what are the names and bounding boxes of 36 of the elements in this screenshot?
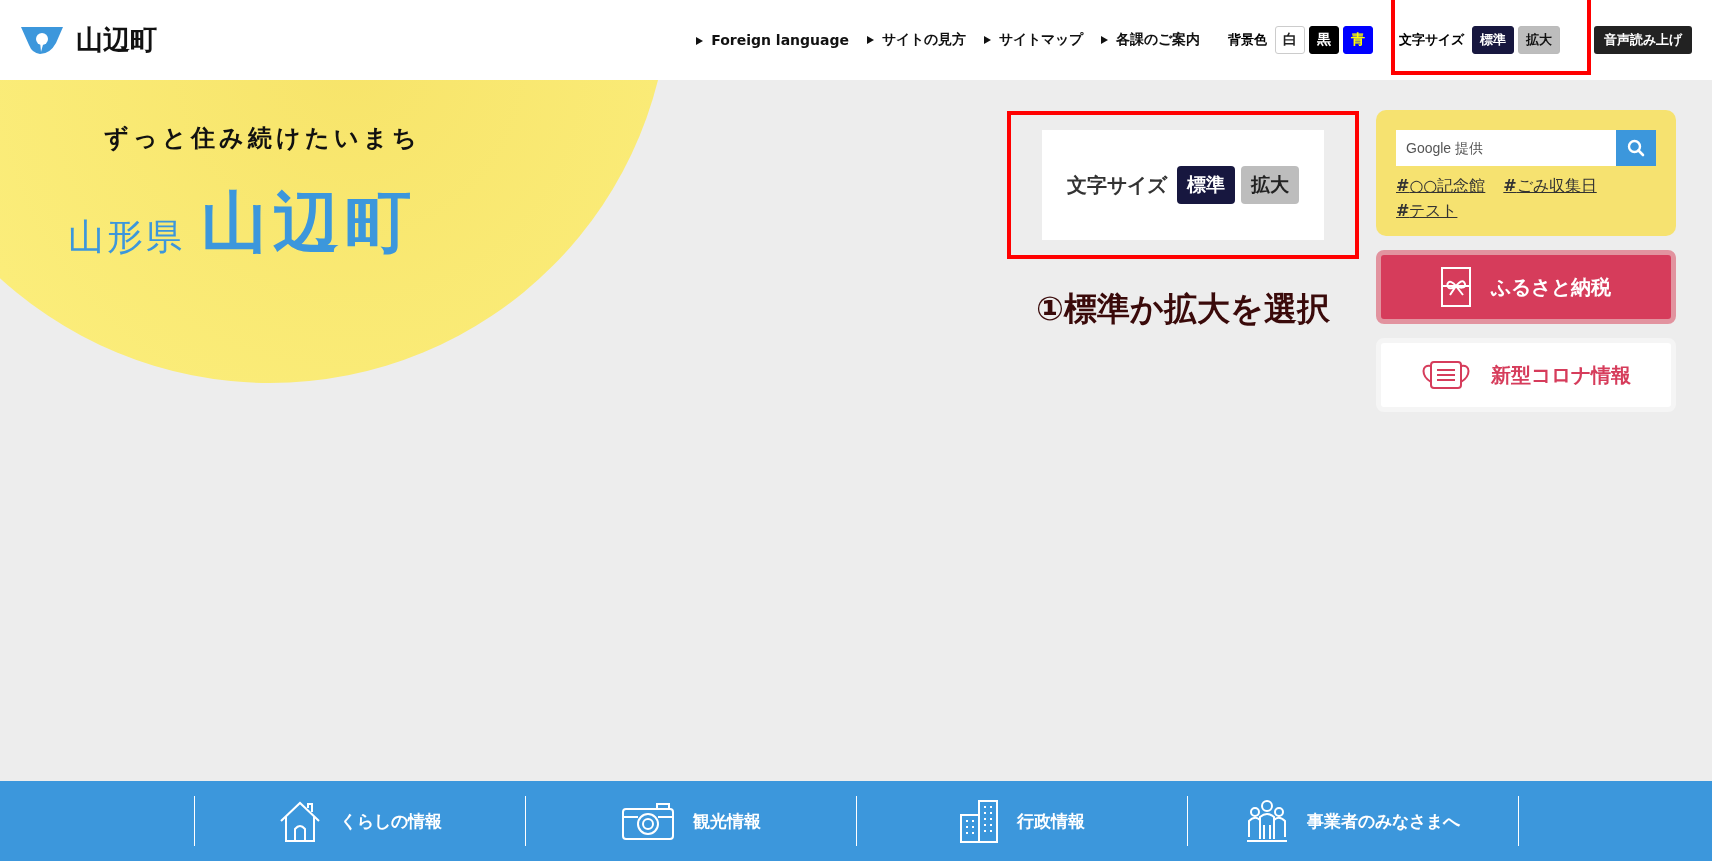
instruction-caption: ①標準か拡大を選択: [1036, 288, 1330, 330]
hero-tagline: ずっと住み続けたいまち: [104, 123, 422, 154]
triangle-icon: [984, 36, 991, 44]
font-size-label: 文字サイズ: [1399, 31, 1464, 49]
hometown-tax-banner[interactable]: ふるさと納税: [1376, 250, 1676, 324]
nav-link[interactable]: Foreign language: [696, 32, 849, 48]
triangle-icon: [1101, 36, 1108, 44]
font-size-button[interactable]: 拡大: [1518, 26, 1560, 54]
background-color-button[interactable]: 青: [1343, 26, 1373, 54]
triangle-icon: [696, 37, 704, 45]
background-color-button[interactable]: 黒: [1309, 26, 1339, 54]
font-size-button[interactable]: 標準: [1472, 26, 1514, 54]
town-name: 山辺町: [201, 183, 417, 263]
gift-icon: [1441, 267, 1471, 307]
nav-link[interactable]: 各課のご案内: [1101, 31, 1200, 49]
people-icon: [1245, 799, 1289, 843]
nav-link[interactable]: サイトマップ: [984, 31, 1083, 49]
building-icon: [958, 799, 999, 843]
covid-info-banner[interactable]: 新型コロナ情報: [1376, 338, 1676, 412]
triangle-icon: [867, 36, 874, 44]
hashtag-link[interactable]: #テスト: [1396, 201, 1458, 222]
hashtag-link[interactable]: #ごみ収集日: [1503, 176, 1597, 197]
prefecture-name: 山形県: [68, 215, 185, 259]
nav-link[interactable]: サイトの見方: [867, 31, 966, 49]
font-size-label: 文字サイズ: [1067, 171, 1167, 199]
search-button[interactable]: [1616, 130, 1656, 166]
face-mask-icon: [1421, 360, 1471, 390]
background-color-label: 背景色: [1228, 31, 1267, 49]
search-icon: [1626, 138, 1646, 158]
town-emblem-icon: [20, 25, 64, 55]
camera-icon: [620, 801, 675, 841]
read-aloud-button[interactable]: 音声読み上げ: [1594, 26, 1692, 54]
background-color-button[interactable]: 白: [1275, 26, 1305, 54]
site-title: 山辺町: [76, 23, 157, 57]
hashtag-link[interactable]: #○○記念館: [1396, 176, 1486, 197]
search-field[interactable]: Google 提供: [1396, 130, 1616, 166]
